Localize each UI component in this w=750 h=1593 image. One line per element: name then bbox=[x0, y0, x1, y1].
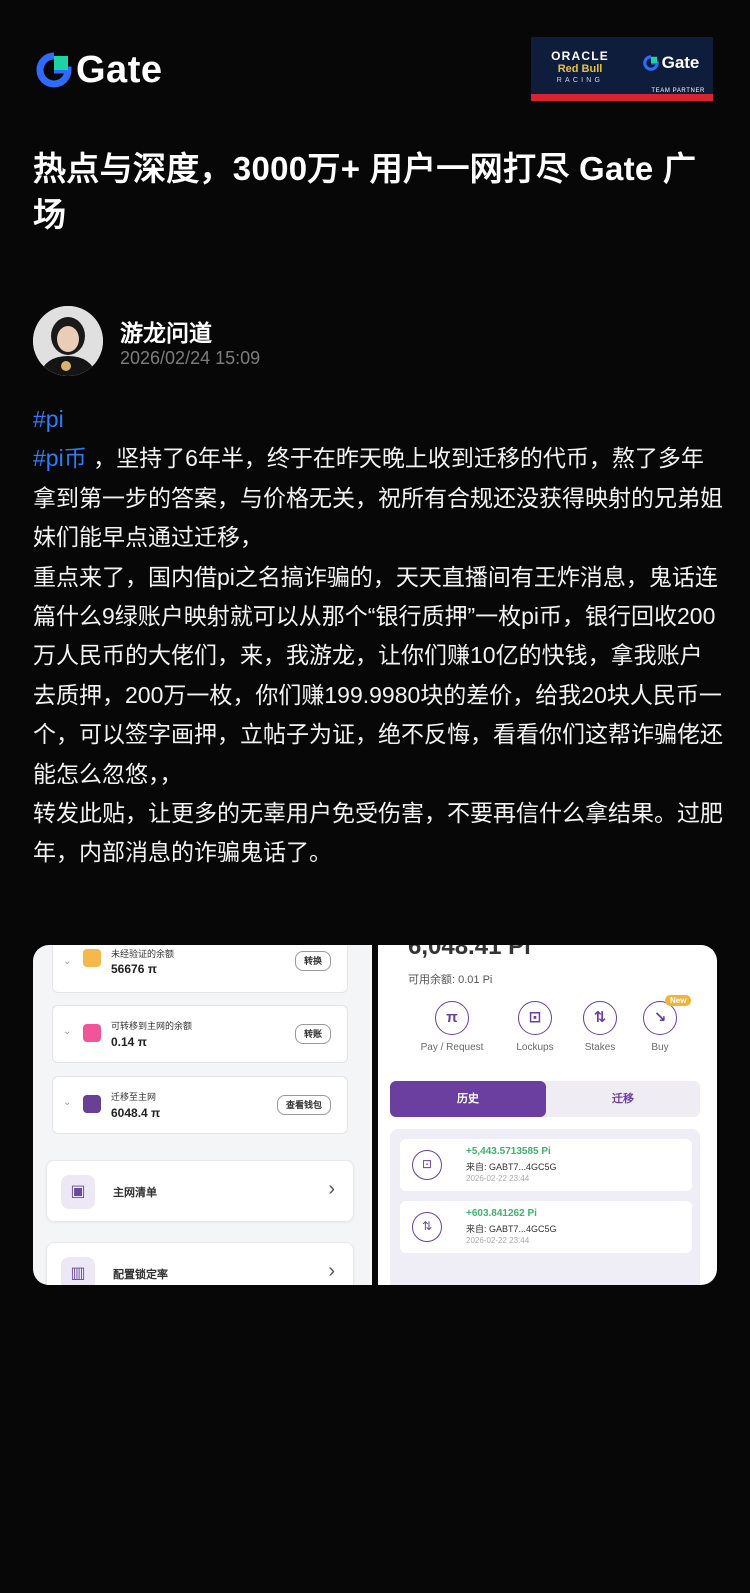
new-badge: New bbox=[665, 995, 692, 1006]
pay-request-icon: π bbox=[435, 1001, 469, 1035]
gate-logo-icon bbox=[642, 54, 659, 71]
tab-migration: 迁移 bbox=[612, 1093, 634, 1105]
stake-icon: ⇅ bbox=[412, 1212, 442, 1242]
lock-config-icon: ▥ bbox=[61, 1257, 95, 1285]
balance-card-transferable: ⌄ 可转移到主网的余额 0.14 π 转账 bbox=[52, 1005, 348, 1063]
history-migration-tabs: 历史 迁移 bbox=[390, 1081, 700, 1117]
post-body: #pi #pi币 ，坚持了6年半，终于在昨天晚上收到迁移的代币，熬了多年拿到第一… bbox=[33, 400, 723, 873]
balance-card-migrated: ⌄ 迁移至主网 6048.4 π 查看钱包 bbox=[52, 1076, 348, 1134]
chevron-right-icon: › bbox=[328, 1260, 335, 1282]
buy-icon: ↘ bbox=[643, 1001, 677, 1035]
view-wallet-button: 查看钱包 bbox=[276, 1095, 331, 1115]
balance-card-unverified: ⌄ 未经验证的余额 56676 π 转换 bbox=[52, 945, 348, 993]
post-image-right[interactable]: 6,048.41 Pi 可用余额: 0.01 Pi π Pay / Reques… bbox=[378, 945, 717, 1285]
hashtag-pi[interactable]: #pi bbox=[33, 406, 64, 432]
lockups-icon: ⊡ bbox=[518, 1001, 552, 1035]
post-text: ，坚持了6年半，终于在昨天晚上收到迁移的代币，熬了多年拿到第一步的答案，与价格无… bbox=[33, 445, 723, 866]
chevron-down-icon: ⌄ bbox=[63, 1097, 72, 1108]
chevron-right-icon: › bbox=[328, 1178, 335, 1200]
transaction-row: ⇅ +603.841262 Pi 来自: GABT7...4GC5G 2026-… bbox=[400, 1201, 692, 1253]
oracle-redbull-partner-banner[interactable]: ORACLE Red Bull RACING Gate TEAM PARTNER bbox=[531, 37, 713, 101]
post-image-left[interactable]: ⌄ 未经验证的余额 56676 π 转换 ⌄ 可转移到主网的余额 0.14 π … bbox=[33, 945, 372, 1285]
post-timestamp: 2026/02/24 15:09 bbox=[120, 348, 261, 368]
partner-gate-logo: Gate bbox=[629, 37, 713, 94]
unverified-color-icon bbox=[83, 949, 101, 967]
gate-logo-icon bbox=[36, 52, 72, 88]
transfer-button: 转账 bbox=[294, 1024, 331, 1044]
gate-logo-text: Gate bbox=[76, 48, 163, 91]
checklist-icon: ▣ bbox=[61, 1175, 95, 1209]
redbull-text: Red Bull bbox=[557, 62, 603, 75]
page-headline: 热点与深度，3000万+ 用户一网打尽 Gate 广场 bbox=[33, 150, 697, 233]
gate-logo[interactable]: Gate bbox=[36, 48, 163, 91]
author-name[interactable]: 游龙问道 bbox=[120, 314, 212, 348]
avatar[interactable] bbox=[33, 306, 103, 376]
lock-icon: ⊡ bbox=[412, 1150, 442, 1180]
hashtag-pi-coin[interactable]: #pi币 bbox=[33, 445, 87, 471]
partner-gate-text: Gate bbox=[661, 52, 700, 72]
transferable-color-icon bbox=[83, 1024, 101, 1042]
wallet-balance: 6,048.41 Pi bbox=[408, 945, 531, 960]
stakes-icon: ⇅ bbox=[583, 1001, 617, 1035]
avatar-image bbox=[33, 306, 103, 376]
transaction-history: ⊡ +5,443.5713585 Pi 来自: GABT7...4GC5G 20… bbox=[390, 1129, 700, 1285]
team-partner-text: TEAM PARTNER bbox=[651, 88, 705, 94]
transaction-row: ⊡ +5,443.5713585 Pi 来自: GABT7...4GC5G 20… bbox=[400, 1139, 692, 1191]
mainnet-checklist-row: ▣ 主网清单 › bbox=[46, 1160, 354, 1222]
oracle-text: ORACLE bbox=[551, 48, 609, 63]
tab-history: 历史 bbox=[390, 1081, 546, 1117]
available-balance: 可用余额: 0.01 Pi bbox=[408, 974, 493, 986]
chevron-down-icon: ⌄ bbox=[63, 956, 72, 967]
redbull-racing-logo: ORACLE Red Bull RACING bbox=[531, 37, 629, 94]
chevron-down-icon: ⌄ bbox=[63, 1026, 72, 1037]
convert-button: 转换 bbox=[294, 951, 331, 971]
lockup-config-row: ▥ 配置锁定率 › bbox=[46, 1242, 354, 1285]
racing-text: RACING bbox=[556, 76, 604, 84]
migrated-color-icon bbox=[83, 1095, 101, 1113]
